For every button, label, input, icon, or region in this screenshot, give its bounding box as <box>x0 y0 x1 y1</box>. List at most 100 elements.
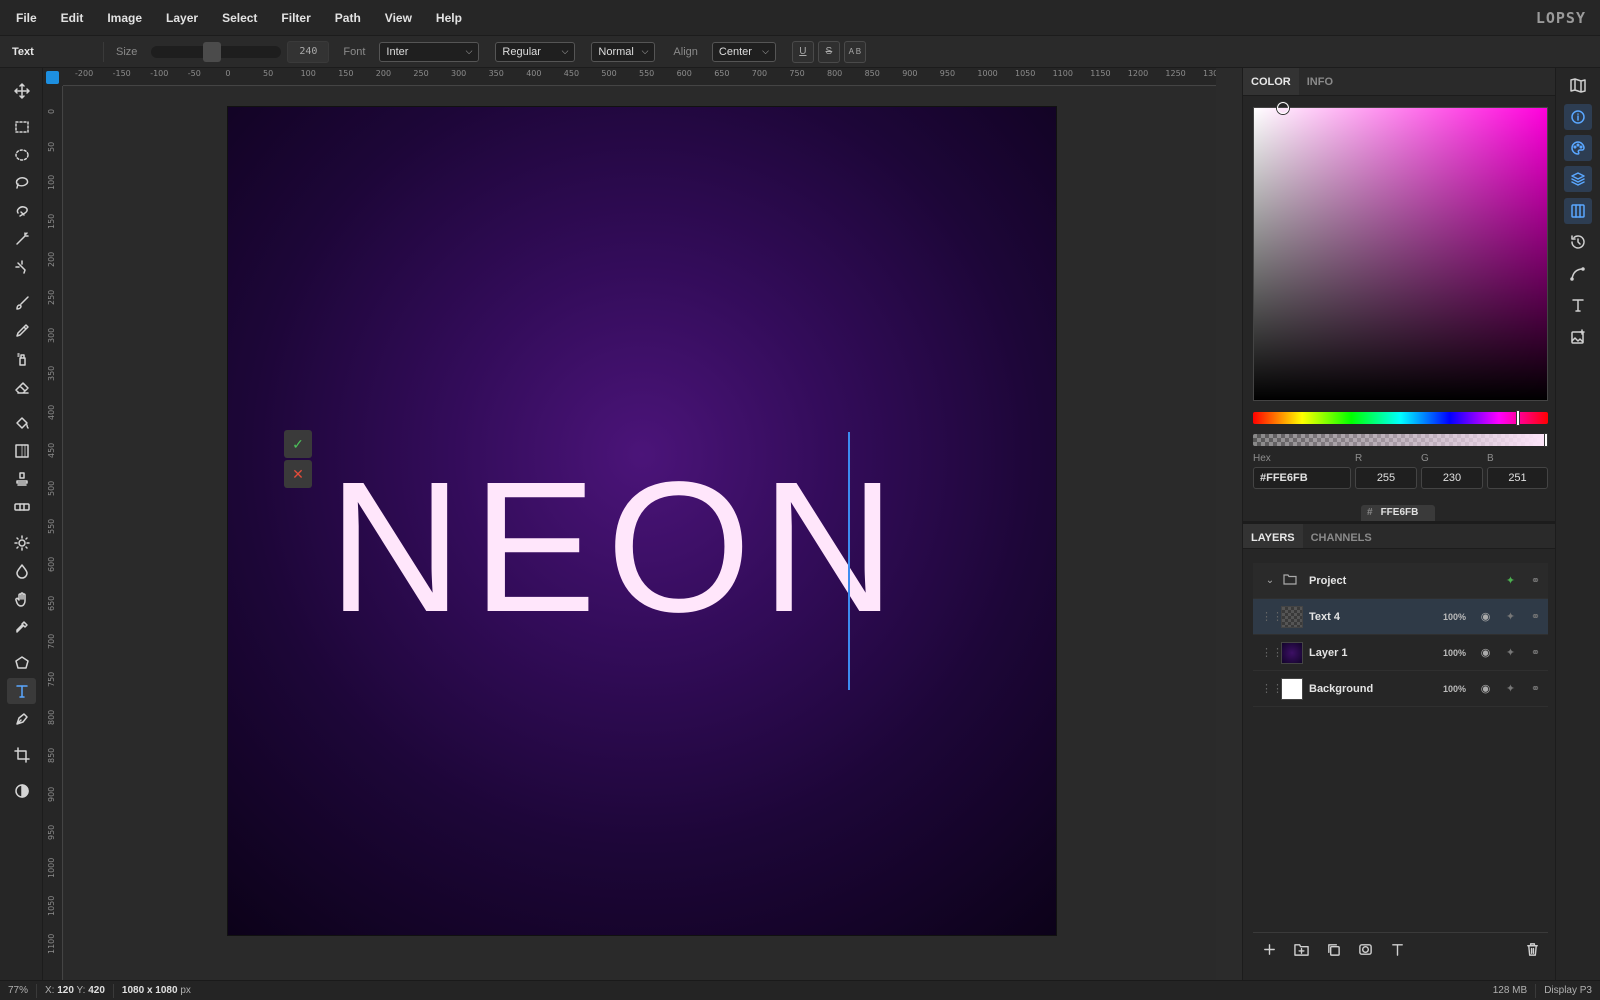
menu-image[interactable]: Image <box>95 0 154 36</box>
green-input[interactable]: 230 <box>1421 467 1483 489</box>
rect-select-tool[interactable] <box>7 114 36 140</box>
eye-icon[interactable]: ◉ <box>1473 646 1498 659</box>
lock-icon[interactable]: ⚭ <box>1523 574 1548 587</box>
canvas-workspace[interactable]: NEON ✓ ✕ <box>64 87 1216 980</box>
channels-panel-button[interactable] <box>1564 198 1592 224</box>
ruler-corner[interactable] <box>43 68 63 86</box>
shape-tool[interactable] <box>7 650 36 676</box>
alpha-slider[interactable] <box>1253 433 1548 447</box>
magic-wand-tool[interactable] <box>7 226 36 252</box>
effects-icon[interactable]: ✦ <box>1498 646 1523 659</box>
blur-tool[interactable] <box>7 558 36 584</box>
menu-edit[interactable]: Edit <box>49 0 96 36</box>
drag-handle-icon[interactable]: ⋮⋮ <box>1261 646 1283 659</box>
spray-tool[interactable] <box>7 346 36 372</box>
document-canvas[interactable]: NEON <box>228 107 1056 935</box>
effects-icon[interactable]: ✦ <box>1498 574 1523 587</box>
color-picker-handle[interactable] <box>1277 102 1289 114</box>
text-case-button[interactable]: A B <box>843 40 866 63</box>
tab-info[interactable]: INFO <box>1299 68 1341 95</box>
new-group-button[interactable] <box>1285 937 1317 963</box>
blue-input[interactable]: 251 <box>1487 467 1548 489</box>
add-mask-button[interactable] <box>1349 937 1381 963</box>
lock-icon[interactable]: ⚭ <box>1523 610 1548 623</box>
underline-button[interactable]: U <box>791 40 814 63</box>
cancel-text-button[interactable]: ✕ <box>284 460 312 488</box>
healing-tool[interactable] <box>7 494 36 520</box>
navigator-panel-button[interactable] <box>1564 72 1592 98</box>
add-text-layer-button[interactable] <box>1381 937 1413 963</box>
zoom-level[interactable]: 77% <box>0 983 38 998</box>
hue-slider[interactable] <box>1253 410 1548 426</box>
color-panel-button[interactable] <box>1564 135 1592 161</box>
character-panel-button[interactable] <box>1564 292 1592 318</box>
lasso-tool[interactable] <box>7 170 36 196</box>
layers-panel-button[interactable] <box>1564 166 1592 192</box>
neon-text-layer[interactable]: NEON <box>328 455 905 641</box>
mask-mode-tool[interactable] <box>7 778 36 804</box>
layer-name[interactable]: Text 4 <box>1309 611 1443 623</box>
size-input[interactable]: 240 <box>287 40 330 63</box>
info-panel-button[interactable] <box>1564 104 1592 130</box>
font-select[interactable]: Inter ⌵ <box>379 41 480 62</box>
eye-icon[interactable]: ◉ <box>1473 682 1498 695</box>
pencil-tool[interactable] <box>7 318 36 344</box>
pen-tool[interactable] <box>7 706 36 732</box>
menu-filter[interactable]: Filter <box>269 0 322 36</box>
saturation-value-picker[interactable] <box>1253 102 1548 401</box>
hue-slider-handle[interactable] <box>1516 410 1520 426</box>
size-slider-thumb[interactable] <box>203 41 222 62</box>
layer-name[interactable]: Layer 1 <box>1309 647 1443 659</box>
blend-mode-select[interactable]: Normal ⌵ <box>591 41 656 62</box>
adjustments-panel-button[interactable] <box>1564 324 1592 350</box>
eraser-tool[interactable] <box>7 374 36 400</box>
drag-handle-icon[interactable]: ⋮⋮ <box>1261 682 1283 695</box>
gradient-tool[interactable] <box>7 438 36 464</box>
layer-row-text-4[interactable]: ⋮⋮ Text 4 100% ◉ ✦ ⚭ <box>1253 599 1548 635</box>
paths-panel-button[interactable] <box>1564 261 1592 287</box>
lock-icon[interactable]: ⚭ <box>1523 646 1548 659</box>
layer-row-layer-1[interactable]: ⋮⋮ Layer 1 100% ◉ ✦ ⚭ <box>1253 635 1548 671</box>
red-input[interactable]: 255 <box>1355 467 1417 489</box>
eyedropper-tool[interactable] <box>7 614 36 640</box>
move-tool[interactable] <box>7 78 36 104</box>
hex-input[interactable]: #FFE6FB <box>1253 467 1351 489</box>
align-select[interactable]: Center ⌵ <box>711 41 776 62</box>
font-weight-select[interactable]: Regular ⌵ <box>495 41 576 62</box>
menu-view[interactable]: View <box>373 0 424 36</box>
menu-layer[interactable]: Layer <box>154 0 210 36</box>
history-panel-button[interactable] <box>1564 229 1592 255</box>
ellipse-select-tool[interactable] <box>7 142 36 168</box>
chevron-down-icon[interactable]: ⌄ <box>1261 575 1279 586</box>
layer-opacity[interactable]: 100% <box>1443 684 1473 694</box>
eye-icon[interactable]: ◉ <box>1473 610 1498 623</box>
text-tool[interactable] <box>7 678 36 704</box>
brush-tool[interactable] <box>7 290 36 316</box>
layer-opacity[interactable]: 100% <box>1443 612 1473 622</box>
layer-name[interactable]: Background <box>1309 683 1443 695</box>
stamp-tool[interactable] <box>7 466 36 492</box>
layer-group-project[interactable]: ⌄ Project ✦ ⚭ <box>1253 563 1548 599</box>
lock-icon[interactable]: ⚭ <box>1523 682 1548 695</box>
duplicate-layer-button[interactable] <box>1317 937 1349 963</box>
tab-channels[interactable]: CHANNELS <box>1303 524 1380 548</box>
fill-tool[interactable] <box>7 410 36 436</box>
tab-color[interactable]: COLOR <box>1243 68 1299 95</box>
layer-opacity[interactable]: 100% <box>1443 648 1473 658</box>
menu-help[interactable]: Help <box>424 0 474 36</box>
menu-select[interactable]: Select <box>210 0 269 36</box>
effects-icon[interactable]: ✦ <box>1498 610 1523 623</box>
new-layer-button[interactable] <box>1253 937 1285 963</box>
delete-layer-button[interactable] <box>1516 937 1548 963</box>
commit-text-button[interactable]: ✓ <box>284 430 312 458</box>
current-color-chip[interactable]: # FFE6FB <box>1361 505 1435 521</box>
menu-path[interactable]: Path <box>323 0 373 36</box>
crop-tool[interactable] <box>7 742 36 768</box>
effects-icon[interactable]: ✦ <box>1498 682 1523 695</box>
quick-select-tool[interactable] <box>7 254 36 280</box>
drag-handle-icon[interactable]: ⋮⋮ <box>1261 610 1283 623</box>
alpha-slider-handle[interactable] <box>1544 433 1548 447</box>
magnetic-lasso-tool[interactable] <box>7 198 36 224</box>
layer-row-background[interactable]: ⋮⋮ Background 100% ◉ ✦ ⚭ <box>1253 671 1548 707</box>
tab-layers[interactable]: LAYERS <box>1243 524 1303 548</box>
